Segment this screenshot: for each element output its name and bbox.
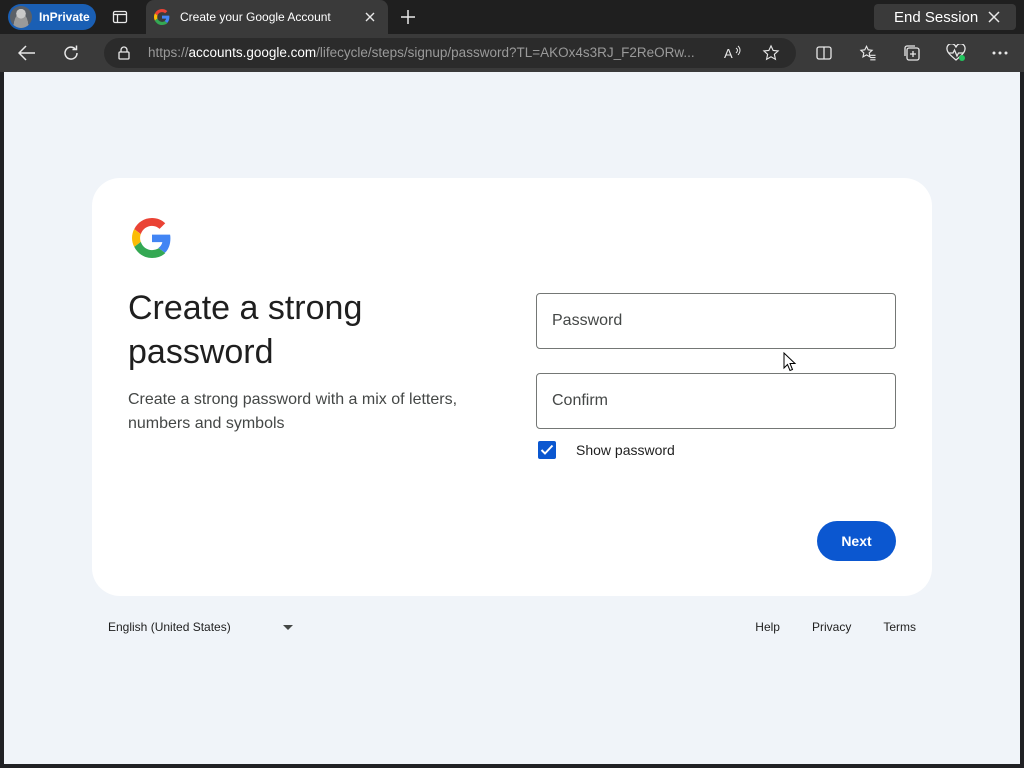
close-tab-icon[interactable] bbox=[362, 9, 378, 25]
favorite-star-icon[interactable] bbox=[762, 44, 780, 62]
url-path: /lifecycle/steps/signup/password?TL=AKOx… bbox=[316, 45, 695, 60]
language-selector[interactable]: English (United States) bbox=[108, 620, 293, 634]
new-tab-icon[interactable] bbox=[398, 7, 418, 27]
inprivate-label: InPrivate bbox=[39, 10, 90, 24]
footer-links: Help Privacy Terms bbox=[723, 620, 916, 634]
mouse-cursor-icon bbox=[783, 352, 797, 372]
address-bar[interactable]: https://accounts.google.com/lifecycle/st… bbox=[104, 38, 796, 68]
tab-title: Create your Google Account bbox=[180, 10, 331, 24]
language-label: English (United States) bbox=[108, 620, 231, 634]
favorites-icon[interactable] bbox=[855, 41, 881, 65]
svg-text:A: A bbox=[724, 46, 733, 61]
refresh-icon[interactable] bbox=[58, 41, 84, 65]
show-password-toggle[interactable]: Show password bbox=[538, 440, 675, 460]
lock-icon[interactable] bbox=[116, 45, 132, 61]
google-favicon-icon bbox=[154, 9, 170, 25]
help-link[interactable]: Help bbox=[755, 620, 780, 634]
signup-card: Create a strong password Create a strong… bbox=[92, 178, 932, 596]
profile-avatar bbox=[10, 6, 32, 28]
privacy-link[interactable]: Privacy bbox=[812, 620, 851, 634]
tab-actions-icon[interactable] bbox=[108, 6, 132, 28]
password-field[interactable] bbox=[536, 293, 896, 349]
checkmark-icon bbox=[540, 444, 554, 455]
page-title: Create a strong password bbox=[128, 289, 363, 371]
show-password-label: Show password bbox=[576, 442, 675, 458]
end-session-button[interactable]: End Session bbox=[874, 4, 1016, 30]
browser-tab-bar: InPrivate Create your Google Account End… bbox=[0, 0, 1024, 34]
show-password-checkbox[interactable] bbox=[538, 441, 556, 459]
url-text[interactable]: https://accounts.google.com/lifecycle/st… bbox=[148, 45, 708, 60]
browser-tab[interactable]: Create your Google Account bbox=[146, 0, 388, 34]
more-options-icon[interactable] bbox=[987, 41, 1013, 65]
window-edge bbox=[1020, 72, 1024, 768]
url-host: accounts.google.com bbox=[188, 45, 317, 60]
split-screen-icon[interactable] bbox=[811, 41, 837, 65]
browser-toolbar: https://accounts.google.com/lifecycle/st… bbox=[0, 34, 1024, 72]
close-icon bbox=[986, 9, 1002, 25]
google-logo-icon bbox=[132, 218, 171, 258]
read-aloud-icon[interactable]: A bbox=[724, 44, 742, 62]
url-prefix: https:// bbox=[148, 45, 189, 60]
confirm-password-field[interactable] bbox=[536, 373, 896, 429]
end-session-label: End Session bbox=[894, 8, 979, 26]
next-button[interactable]: Next bbox=[817, 521, 896, 561]
dropdown-caret-icon bbox=[282, 624, 293, 630]
back-arrow-icon[interactable] bbox=[14, 41, 40, 65]
terms-link[interactable]: Terms bbox=[883, 620, 916, 634]
collections-icon[interactable] bbox=[899, 41, 925, 65]
page-viewport: Create a strong password Create a strong… bbox=[4, 72, 1020, 764]
password-input[interactable] bbox=[537, 294, 895, 348]
confirm-password-input[interactable] bbox=[537, 374, 895, 428]
page-description: Create a strong password with a mix of l… bbox=[128, 391, 458, 432]
inprivate-badge[interactable]: InPrivate bbox=[8, 4, 96, 30]
browser-essentials-icon[interactable] bbox=[943, 41, 969, 65]
